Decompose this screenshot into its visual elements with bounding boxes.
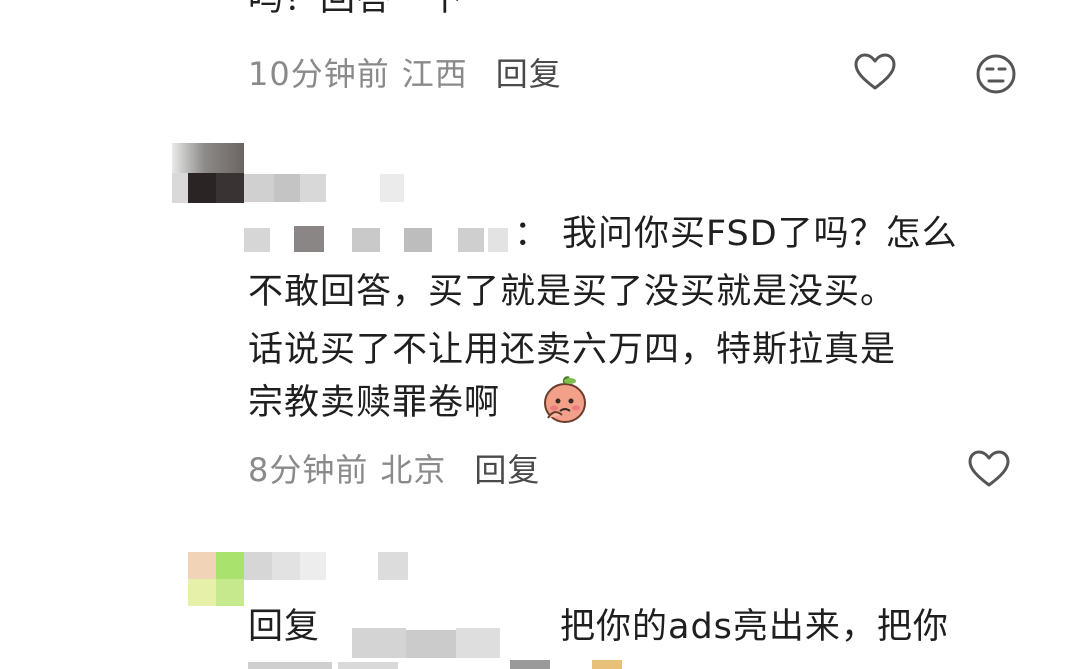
comment-3-text-cutoff [248, 660, 648, 669]
comment-2-meta: 8分钟前 北京 回复 [248, 446, 540, 490]
comment-1-reply-button[interactable]: 回复 [496, 49, 562, 95]
comment-2-text-line-3: 话说买了不让用还卖六万四，特斯拉真是 [248, 330, 897, 370]
meh-face-icon[interactable] [975, 53, 1017, 95]
comment-1-text: 吗？回答一下 [248, 0, 464, 28]
comment-1-time: 10分钟前 [248, 55, 390, 93]
author-name-redacted[interactable] [244, 552, 408, 580]
author-name-redacted[interactable] [244, 174, 404, 202]
comment-2-reply-button[interactable]: 回复 [474, 445, 540, 491]
heart-outline-icon[interactable] [853, 52, 897, 92]
comment-2-text-line-4: 宗教卖赎罪卷啊 [248, 383, 501, 423]
comment-2-author-colon: ： [514, 214, 551, 254]
comment-2-text-line-2: 不敢回答，买了就是买了没买就是没买。 [248, 272, 897, 312]
mention-redacted[interactable] [352, 608, 542, 658]
comment-1-meta: 10分钟前 江西 回复 [248, 50, 562, 94]
peach-emoji-icon [540, 374, 590, 424]
heart-outline-icon[interactable] [967, 449, 1011, 489]
avatar[interactable] [172, 143, 244, 203]
comment-2-text-line-1: 我问你买FSD了吗？怎么 [562, 214, 958, 254]
avatar[interactable] [188, 552, 244, 606]
comment-3-text-line-1: 把你的ads亮出来，把你 [560, 607, 949, 647]
comment-2-location: 北京 [380, 451, 447, 489]
comment-1-location: 江西 [401, 55, 468, 93]
comment-2-time: 8分钟前 [248, 451, 369, 489]
mention-redacted[interactable] [244, 224, 520, 254]
comment-3-reply-prefix[interactable]: 回复 [248, 598, 320, 656]
